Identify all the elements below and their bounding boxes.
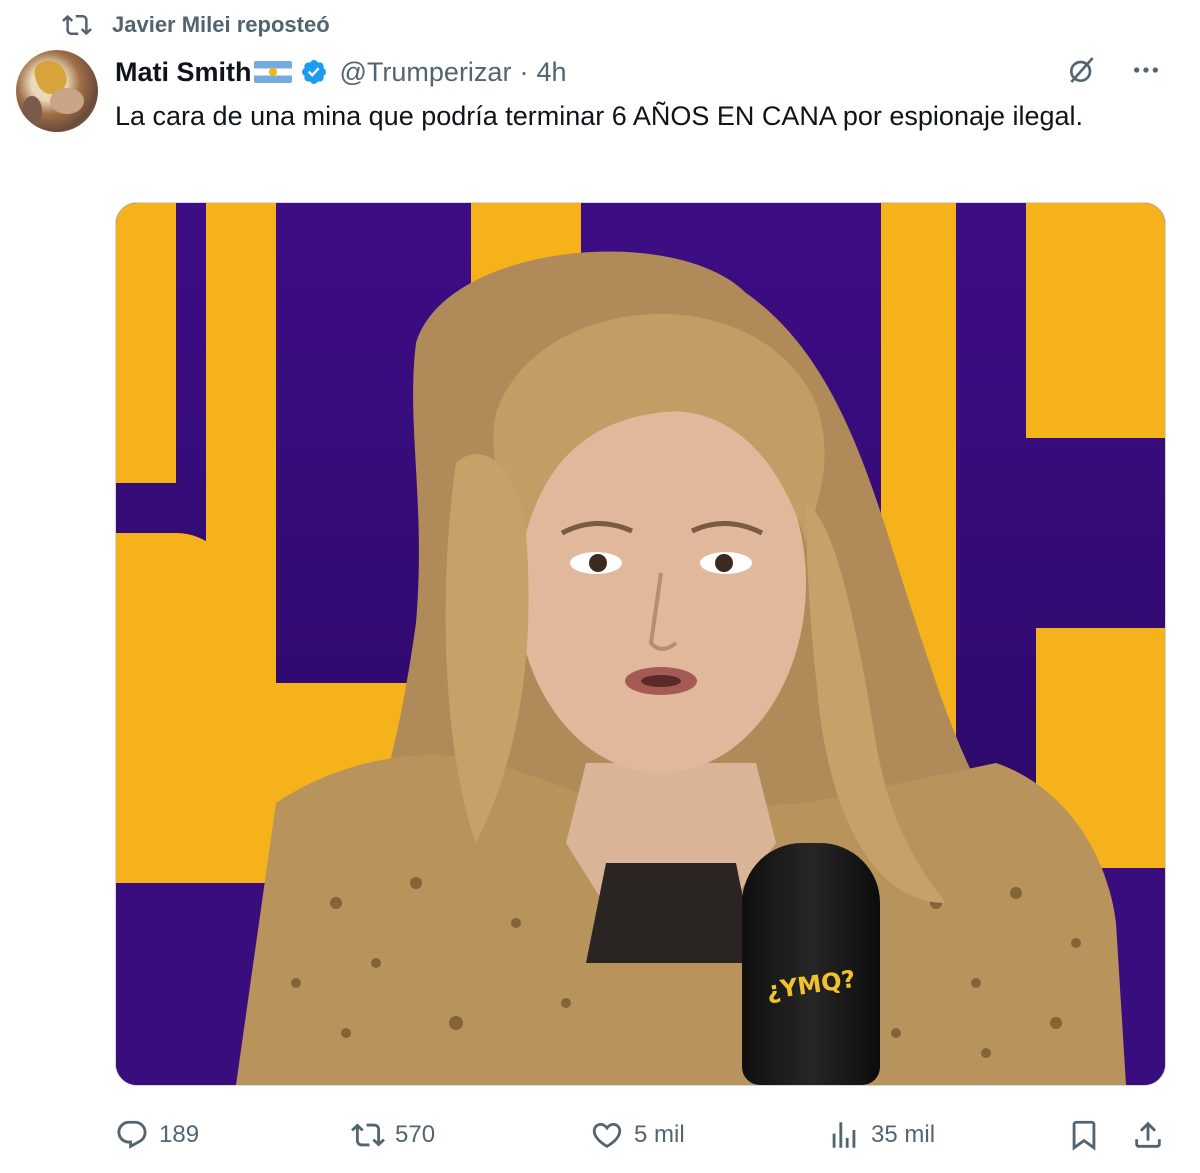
tweet-top-actions xyxy=(1064,52,1164,88)
views-count: 35 mil xyxy=(871,1121,936,1148)
reply-button[interactable]: 189 xyxy=(115,1118,199,1152)
avatar[interactable] xyxy=(16,50,98,132)
repost-button[interactable]: 570 xyxy=(351,1118,435,1152)
verified-badge-icon[interactable] xyxy=(300,58,328,86)
mic-label: ¿YMQ? xyxy=(764,964,858,1006)
person-illustration xyxy=(236,251,1126,1085)
repost-icon xyxy=(62,14,92,36)
argentina-flag-icon xyxy=(253,61,292,83)
like-count: 5 mil xyxy=(634,1121,685,1148)
heart-icon xyxy=(592,1122,622,1148)
more-icon[interactable] xyxy=(1128,52,1164,88)
tweet-time[interactable]: 4h xyxy=(536,57,566,88)
like-button[interactable]: 5 mil xyxy=(590,1118,685,1152)
author-handle[interactable]: @Trumperizar xyxy=(340,57,512,88)
tweet-actions: 189 570 5 mil 35 mil xyxy=(115,1110,1165,1160)
reply-icon xyxy=(117,1120,147,1149)
repost-indicator[interactable]: Javier Milei reposteó xyxy=(62,8,330,42)
tweet-media-image[interactable]: ¿YMQ? xyxy=(115,202,1166,1086)
share-icon xyxy=(1135,1121,1161,1148)
share-button[interactable] xyxy=(1131,1118,1165,1152)
tweet-header: Mati Smith @Trumperizar · 4h xyxy=(115,50,567,94)
repost-icon xyxy=(351,1123,385,1147)
microphone: ¿YMQ? xyxy=(742,843,880,1085)
repost-count: 570 xyxy=(395,1121,436,1148)
reply-count: 189 xyxy=(159,1121,200,1148)
grok-icon[interactable] xyxy=(1064,52,1100,88)
bookmark-icon xyxy=(1072,1120,1096,1151)
author-name[interactable]: Mati Smith xyxy=(115,57,252,88)
tweet-text: La cara de una mina que podría terminar … xyxy=(115,101,1084,131)
repost-label: Javier Milei reposteó xyxy=(112,12,330,37)
separator-dot: · xyxy=(519,56,529,87)
bookmark-button[interactable] xyxy=(1067,1118,1101,1152)
views-icon xyxy=(832,1122,856,1148)
views-button[interactable]: 35 mil xyxy=(827,1118,935,1152)
